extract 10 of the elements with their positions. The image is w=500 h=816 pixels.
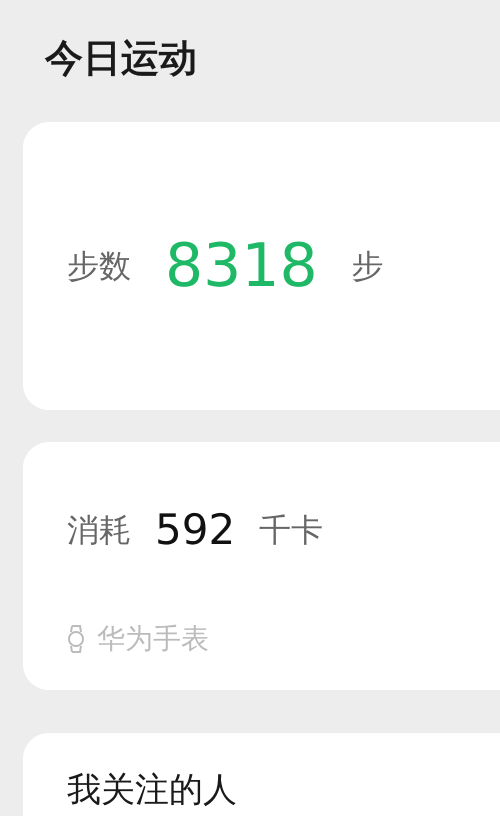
calories-value: 592 [155, 509, 236, 551]
page-title: 今日运动 [45, 36, 197, 80]
calories-label: 消耗 [67, 510, 131, 551]
section-title: 我关注的人 [67, 770, 237, 810]
device-source: 华为手表 [97, 621, 209, 657]
watch-icon [67, 625, 85, 653]
calories-unit: 千卡 [259, 510, 324, 551]
steps-unit: 步 [352, 246, 384, 287]
steps-label: 步数 [67, 246, 131, 287]
steps-value: 8318 [165, 236, 318, 296]
